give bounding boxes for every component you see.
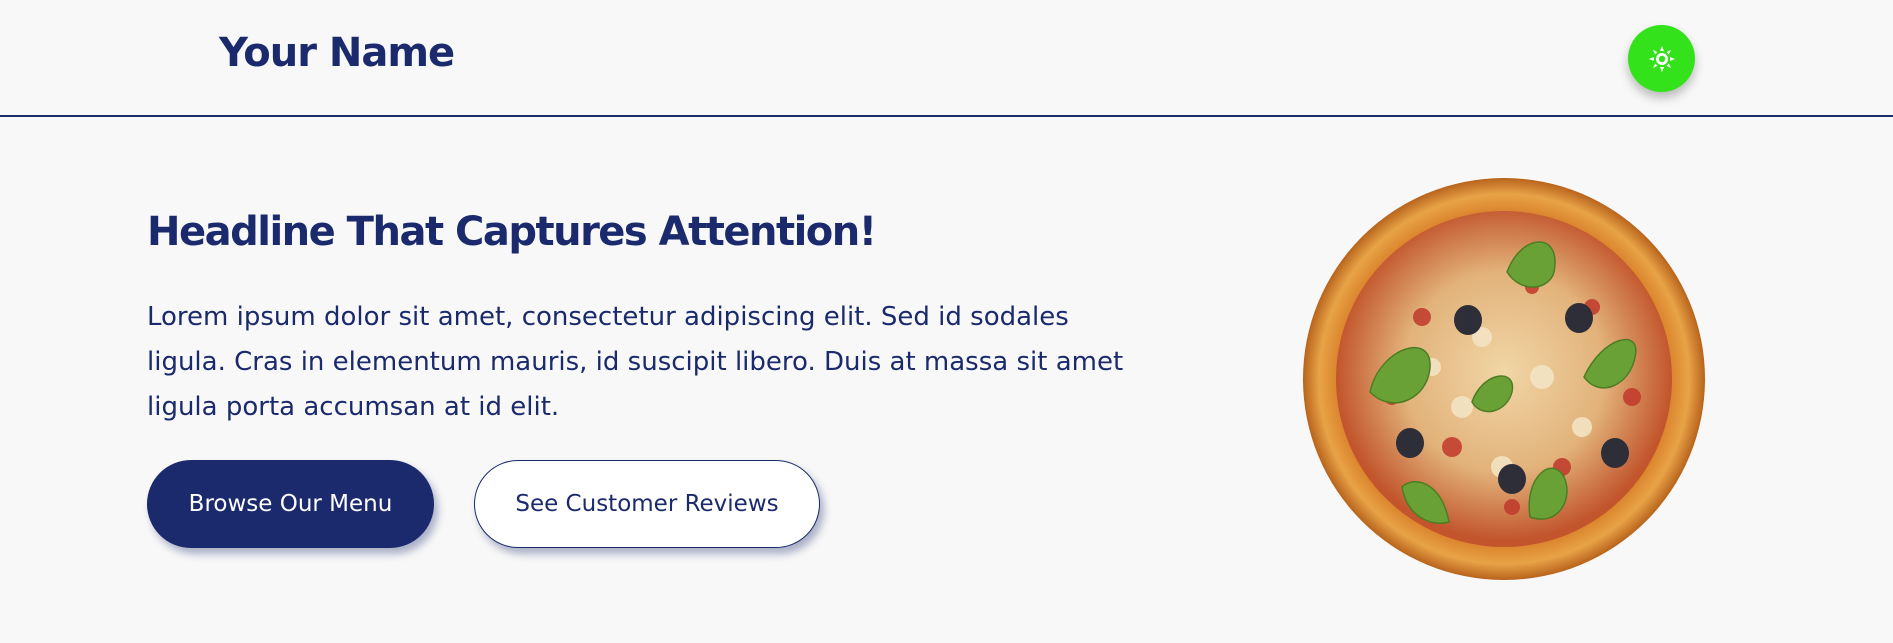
customer-reviews-button[interactable]: See Customer Reviews — [474, 460, 820, 548]
pizza-image — [1303, 178, 1705, 580]
hero-description: Lorem ipsum dolor sit amet, consectetur … — [147, 302, 1124, 422]
sun-icon — [1648, 45, 1675, 72]
hero-section: Headline That Captures Attention! Lorem … — [0, 119, 1893, 643]
hero-headline: Headline That Captures Attention! — [147, 209, 877, 255]
brand-logo-text[interactable]: Your Name — [219, 30, 455, 76]
browse-menu-button[interactable]: Browse Our Menu — [147, 460, 434, 548]
theme-toggle-button[interactable] — [1628, 25, 1695, 92]
site-header: Your Name — [0, 0, 1893, 117]
